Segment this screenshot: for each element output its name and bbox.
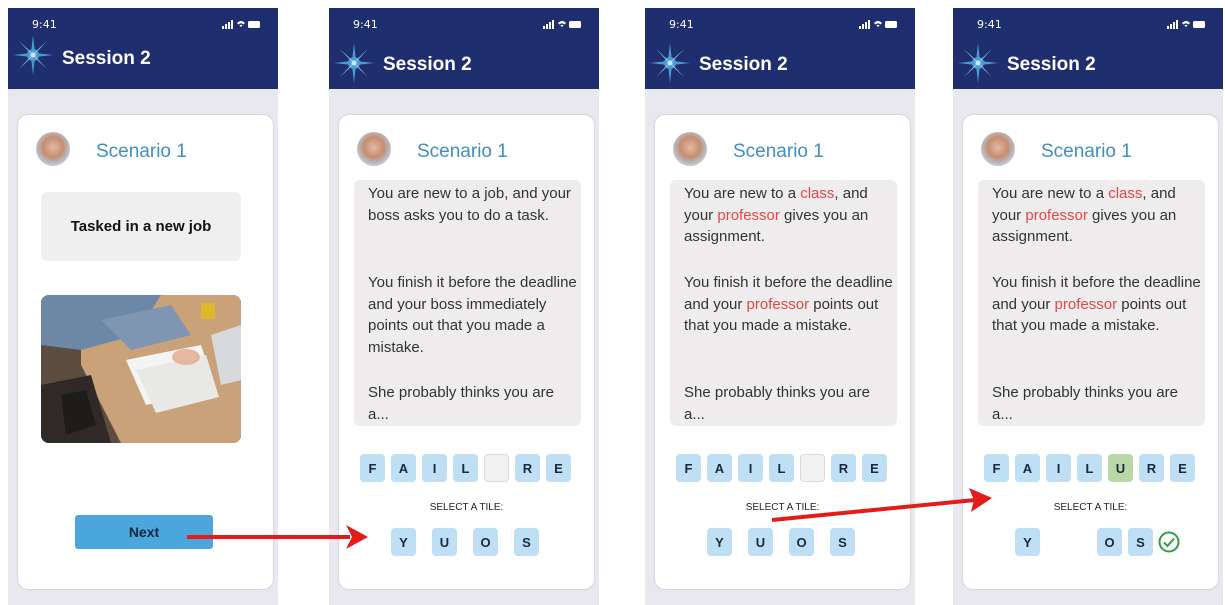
scenario-avatar: [673, 132, 707, 166]
text-run: You are new to a: [992, 185, 1109, 202]
scenario-text: You are new to a class, and your profess…: [978, 180, 1205, 426]
scenario-title: Scenario 1: [733, 141, 824, 162]
scenario-photo: [41, 295, 241, 443]
highlighted-word: class: [1108, 185, 1143, 202]
phone-screen-4: 9:41 Session 2 Scenario 1 You are new to…: [953, 8, 1223, 605]
choice-tile-y[interactable]: Y: [391, 528, 416, 556]
select-tile-label: SELECT A TILE:: [429, 502, 504, 513]
word-tile: A: [1015, 454, 1040, 482]
word-tile: F: [984, 454, 1009, 482]
compass-star-logo-icon: [958, 43, 998, 83]
phone-screen-2: 9:41 Session 2 Scenario 1 You are new to…: [329, 8, 599, 605]
choice-tile-o[interactable]: O: [473, 528, 498, 556]
word-tile: I: [422, 454, 447, 482]
check-circle-icon: [1158, 531, 1180, 553]
compass-star-logo-icon: [650, 43, 690, 83]
scenario-avatar: [981, 132, 1015, 166]
scenario-paragraph: You are new to a class, and your profess…: [992, 183, 1202, 248]
choice-tile-o[interactable]: O: [1097, 528, 1122, 556]
scenario-title: Scenario 1: [1041, 141, 1132, 162]
phone-screen-1: 9:41 Session 2 Scenario 1 Tasked in a ne…: [8, 8, 278, 605]
scenario-paragraph: You finish it before the deadline and yo…: [992, 272, 1202, 337]
app-header: 9:41 Session 2: [953, 8, 1223, 89]
choice-tile-o[interactable]: O: [789, 528, 814, 556]
word-tile: L: [1077, 454, 1102, 482]
word-tile: I: [738, 454, 763, 482]
choice-tile-y[interactable]: Y: [1015, 528, 1040, 556]
scenario-card: Scenario 1 Tasked in a new job Next: [18, 115, 273, 589]
app-header: 9:41 Session 2: [645, 8, 915, 89]
scenario-paragraph: You are new to a job, and your boss asks…: [368, 185, 571, 224]
select-tile-label: SELECT A TILE:: [745, 502, 820, 513]
word-tile: E: [1170, 454, 1195, 482]
choice-tile-u[interactable]: U: [748, 528, 773, 556]
status-icons: [1167, 20, 1205, 29]
app-header: 9:41 Session 2: [329, 8, 599, 89]
scenario-paragraph: You finish it before the deadline and yo…: [684, 272, 894, 337]
scenario-paragraph: You finish it before the deadline and yo…: [368, 274, 577, 356]
status-icons: [859, 20, 897, 29]
scenario-avatar: [36, 132, 70, 166]
word-tile: I: [1046, 454, 1071, 482]
app-header: 9:41 Session 2: [8, 8, 278, 89]
scenario-paragraph: You are new to a class, and your profess…: [684, 183, 894, 248]
blank-tile-slot[interactable]: [800, 454, 825, 482]
blank-tile-slot[interactable]: [484, 454, 509, 482]
choice-tile-s[interactable]: S: [830, 528, 855, 556]
word-tile: L: [769, 454, 794, 482]
select-tile-label: SELECT A TILE:: [1053, 502, 1128, 513]
session-title: Session 2: [383, 54, 472, 75]
scenario-title: Scenario 1: [96, 141, 187, 162]
phone-screen-3: 9:41 Session 2 Scenario 1 You are new to…: [645, 8, 915, 605]
scenario-paragraph: She probably thinks you are a...: [368, 384, 554, 423]
text-run: You are new to a: [684, 185, 801, 202]
scenario-paragraph: She probably thinks you are a...: [684, 384, 870, 423]
highlighted-word: class: [800, 185, 835, 202]
scenario-text: You are new to a class, and your profess…: [670, 180, 897, 426]
status-time: 9:41: [669, 18, 694, 31]
session-title: Session 2: [62, 48, 151, 69]
task-label: Tasked in a new job: [41, 192, 241, 261]
word-tile: E: [862, 454, 887, 482]
next-button[interactable]: Next: [75, 515, 213, 549]
status-time: 9:41: [977, 18, 1002, 31]
choice-tile-s[interactable]: S: [514, 528, 539, 556]
choice-tile-y[interactable]: Y: [707, 528, 732, 556]
scenario-paragraph: She probably thinks you are a...: [992, 384, 1178, 423]
highlighted-word: professor: [746, 295, 810, 313]
word-tile: F: [676, 454, 701, 482]
session-title: Session 2: [699, 54, 788, 75]
filled-tile-correct: U: [1108, 454, 1133, 482]
highlighted-word: professor: [717, 206, 780, 224]
scenario-avatar: [357, 132, 391, 166]
scenario-text: You are new to a job, and your boss asks…: [354, 180, 581, 426]
status-icons: [543, 20, 581, 29]
word-tile: A: [391, 454, 416, 482]
scenario-card: Scenario 1 You are new to a class, and y…: [963, 115, 1218, 589]
status-time: 9:41: [353, 18, 378, 31]
choice-tile-s[interactable]: S: [1128, 528, 1153, 556]
word-tile: R: [831, 454, 856, 482]
session-title: Session 2: [1007, 54, 1096, 75]
word-tile: R: [1139, 454, 1164, 482]
word-tile: A: [707, 454, 732, 482]
word-tile: L: [453, 454, 478, 482]
highlighted-word: professor: [1054, 295, 1118, 313]
compass-star-logo-icon: [334, 43, 374, 83]
word-tile: R: [515, 454, 540, 482]
choice-tile-u[interactable]: U: [432, 528, 457, 556]
scenario-card: Scenario 1 You are new to a class, and y…: [655, 115, 910, 589]
highlighted-word: professor: [1025, 206, 1088, 224]
status-icons: [222, 20, 260, 29]
word-tile: F: [360, 454, 385, 482]
compass-star-logo-icon: [13, 35, 53, 75]
scenario-title: Scenario 1: [417, 141, 508, 162]
scenario-card: Scenario 1 You are new to a job, and you…: [339, 115, 594, 589]
status-time: 9:41: [32, 18, 57, 31]
word-tile: E: [546, 454, 571, 482]
